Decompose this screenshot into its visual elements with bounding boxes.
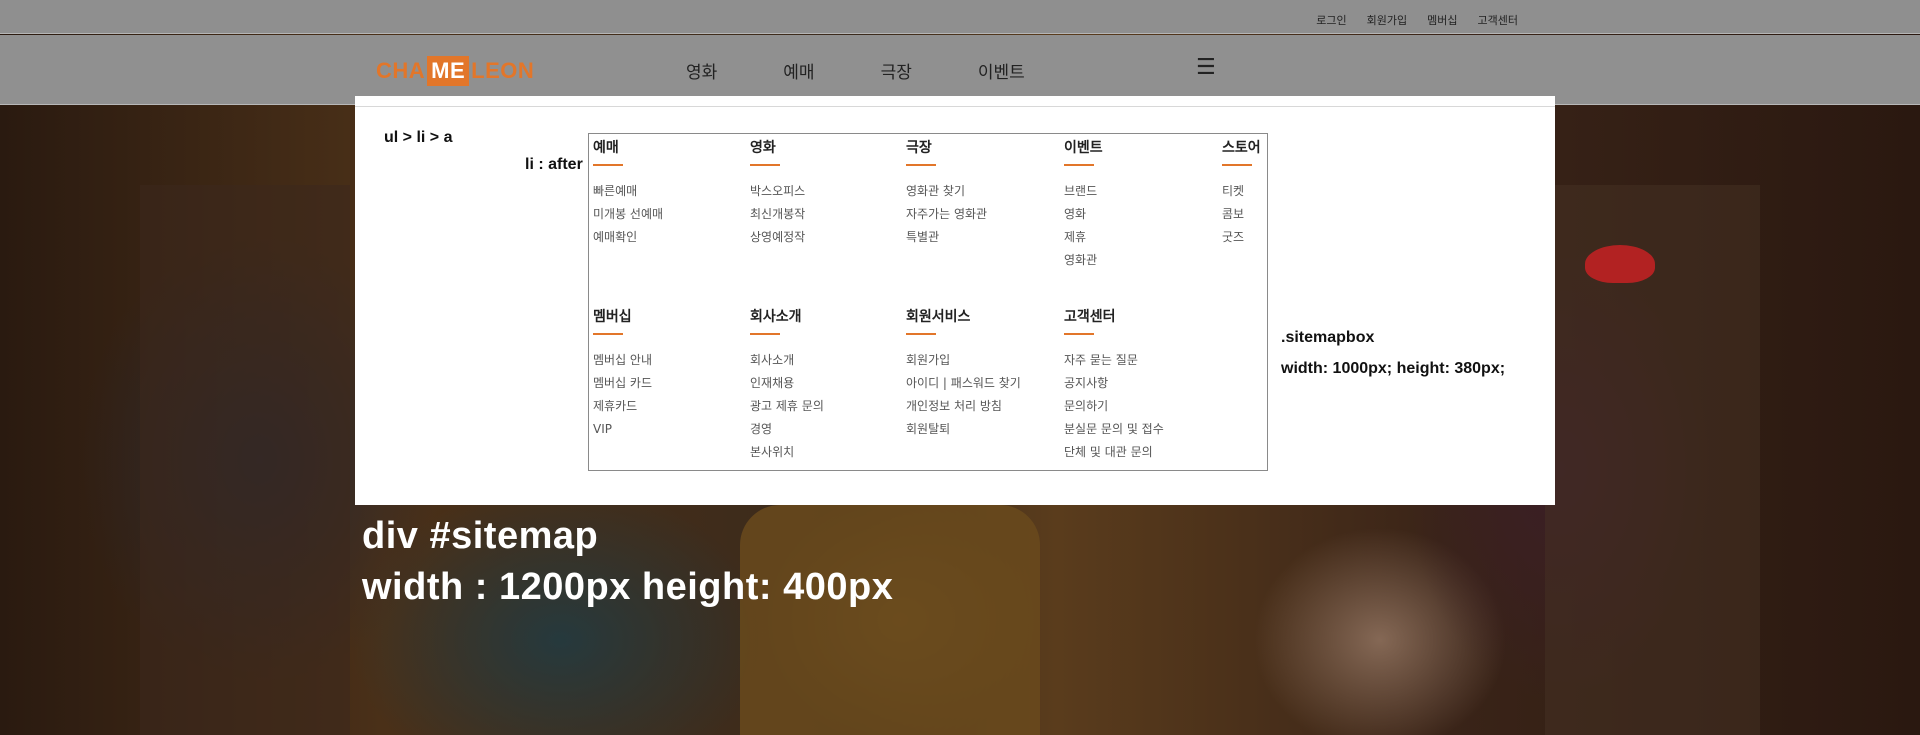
sitemap-heading[interactable]: 고객센터 (1064, 306, 1164, 326)
sitemap-link[interactable]: 제휴 (1064, 226, 1103, 249)
sitemap-heading[interactable]: 회사소개 (750, 306, 824, 326)
sitemap-link[interactable]: 박스오피스 (750, 180, 805, 203)
nav-item-event[interactable]: 이벤트 (978, 63, 1025, 83)
sitemap-column-company: 회사소개 회사소개 인재채용 광고 제휴 문의 경영 본사위치 (750, 306, 824, 464)
sitemap-link[interactable]: 미개봉 선예매 (593, 203, 663, 226)
sitemap-link[interactable]: 회원가입 (906, 349, 1021, 372)
sitemap-column-membership: 멤버십 멤버십 안내 멤버십 카드 제휴카드 VIP (593, 306, 652, 441)
hero-red-beret (1585, 245, 1655, 283)
main-nav: 영화 예매 극장 이벤트 (686, 58, 1091, 83)
sitemap-link[interactable]: 회원탈퇴 (906, 418, 1021, 441)
sitemap-heading[interactable]: 이벤트 (1064, 137, 1103, 157)
hero-chair (740, 505, 1040, 735)
sitemap-heading[interactable]: 예매 (593, 137, 663, 157)
sitemap-link[interactable]: 문의하기 (1064, 395, 1164, 418)
sitemap-column-event: 이벤트 브랜드 영화 제휴 영화관 (1064, 137, 1103, 272)
sitemap-link[interactable]: 브랜드 (1064, 180, 1103, 203)
sitemap-link[interactable]: 자주가는 영화관 (906, 203, 987, 226)
sitemap-link[interactable]: 공지사항 (1064, 372, 1164, 395)
sitemapbox: 예매 빠른예매 미개봉 선예매 예매확인 영화 박스오피스 최신개봉작 상영예정… (588, 133, 1268, 471)
hamburger-menu-icon[interactable]: ☰ (1196, 55, 1216, 80)
heading-underline (593, 164, 623, 166)
sitemap-link[interactable]: 영화 (1064, 203, 1103, 226)
sitemap-link[interactable]: 분실문 문의 및 접수 (1064, 418, 1164, 441)
utility-nav: 로그인 회원가입 멤버십 고객센터 (1316, 9, 1518, 28)
sitemap-link[interactable]: 자주 묻는 질문 (1064, 349, 1164, 372)
sitemap-top-divider (355, 106, 1555, 107)
heading-underline (750, 333, 780, 335)
sitemap-link[interactable]: 굿즈 (1222, 226, 1261, 249)
logo-part-2: ME (427, 56, 470, 86)
heading-underline (906, 164, 936, 166)
annotation-sitemapbox-class: .sitemapbox (1281, 329, 1375, 346)
sitemap-link[interactable]: 광고 제휴 문의 (750, 395, 824, 418)
logo-part-3: LEON (471, 58, 535, 83)
sitemap-column-member-service: 회원서비스 회원가입 아이디 | 패스워드 찾기 개인정보 처리 방침 회원탈퇴 (906, 306, 1021, 441)
sitemap-link[interactable]: 티켓 (1222, 180, 1261, 203)
membership-link[interactable]: 멤버십 (1427, 14, 1457, 27)
sitemap-link[interactable]: 개인정보 처리 방침 (906, 395, 1021, 418)
heading-underline (1064, 164, 1094, 166)
sitemap-heading[interactable]: 극장 (906, 137, 987, 157)
heading-underline (750, 164, 780, 166)
sitemap-link[interactable]: 제휴카드 (593, 395, 652, 418)
sitemap-link[interactable]: 예매확인 (593, 226, 663, 249)
sitemap-link[interactable]: 영화관 찾기 (906, 180, 987, 203)
heading-underline (906, 333, 936, 335)
annotation-li-after: li : after (525, 156, 583, 173)
sitemap-link[interactable]: 영화관 (1064, 249, 1103, 272)
nav-item-booking[interactable]: 예매 (783, 63, 814, 83)
sitemap-column-theater: 극장 영화관 찾기 자주가는 영화관 특별관 (906, 137, 987, 249)
utility-bar: 로그인 회원가입 멤버십 고객센터 (0, 0, 1920, 34)
sitemap-link[interactable]: VIP (593, 418, 652, 441)
sitemap-heading[interactable]: 멤버십 (593, 306, 652, 326)
customer-center-link[interactable]: 고객센터 (1478, 14, 1518, 27)
sitemap-heading[interactable]: 스토어 (1222, 137, 1261, 157)
login-link[interactable]: 로그인 (1316, 14, 1346, 27)
heading-underline (1222, 164, 1252, 166)
sitemap-link[interactable]: 경영 (750, 418, 824, 441)
logo-part-1: CHA (376, 58, 426, 83)
main-header: CHA ME LEON 영화 예매 극장 이벤트 ☰ (0, 35, 1920, 105)
logo[interactable]: CHA ME LEON (376, 56, 535, 86)
nav-item-theater[interactable]: 극장 (881, 63, 912, 83)
annotation-sitemapbox-size: width: 1000px; height: 380px; (1281, 360, 1506, 377)
sitemap-link[interactable]: 멤버십 안내 (593, 349, 652, 372)
sitemap-heading[interactable]: 회원서비스 (906, 306, 1021, 326)
sitemap-link[interactable]: 회사소개 (750, 349, 824, 372)
sitemap-column-store: 스토어 티켓 콤보 굿즈 (1222, 137, 1261, 249)
sitemap-link[interactable]: 콤보 (1222, 203, 1261, 226)
sitemap-column-customer-center: 고객센터 자주 묻는 질문 공지사항 문의하기 분실문 문의 및 접수 단체 및… (1064, 306, 1164, 464)
sitemap-link[interactable]: 멤버십 카드 (593, 372, 652, 395)
sitemap-link[interactable]: 단체 및 대관 문의 (1064, 441, 1164, 464)
sitemap-heading[interactable]: 영화 (750, 137, 805, 157)
sitemap-link[interactable]: 빠른예매 (593, 180, 663, 203)
sitemap-panel: ul > li > a li : after 예매 빠른예매 미개봉 선예매 예… (355, 96, 1555, 505)
sitemap-link[interactable]: 상영예정작 (750, 226, 805, 249)
sitemap-column-movie: 영화 박스오피스 최신개봉작 상영예정작 (750, 137, 805, 249)
sitemap-link[interactable]: 아이디 | 패스워드 찾기 (906, 372, 1021, 395)
heading-underline (1064, 333, 1094, 335)
heading-underline (593, 333, 623, 335)
sitemap-link[interactable]: 최신개봉작 (750, 203, 805, 226)
sitemap-link[interactable]: 특별관 (906, 226, 987, 249)
sitemap-column-booking: 예매 빠른예매 미개봉 선예매 예매확인 (593, 137, 663, 249)
sitemap-link[interactable]: 본사위치 (750, 441, 824, 464)
annotation-sitemap-id: div #sitemap (362, 515, 599, 557)
annotation-sitemap-size: width : 1200px height: 400px (362, 566, 894, 608)
hero-left-figure (140, 185, 350, 735)
annotation-ul-li-a: ul > li > a (384, 129, 453, 146)
signup-link[interactable]: 회원가입 (1367, 14, 1407, 27)
sitemap-link[interactable]: 인재채용 (750, 372, 824, 395)
nav-item-movie[interactable]: 영화 (686, 63, 717, 83)
